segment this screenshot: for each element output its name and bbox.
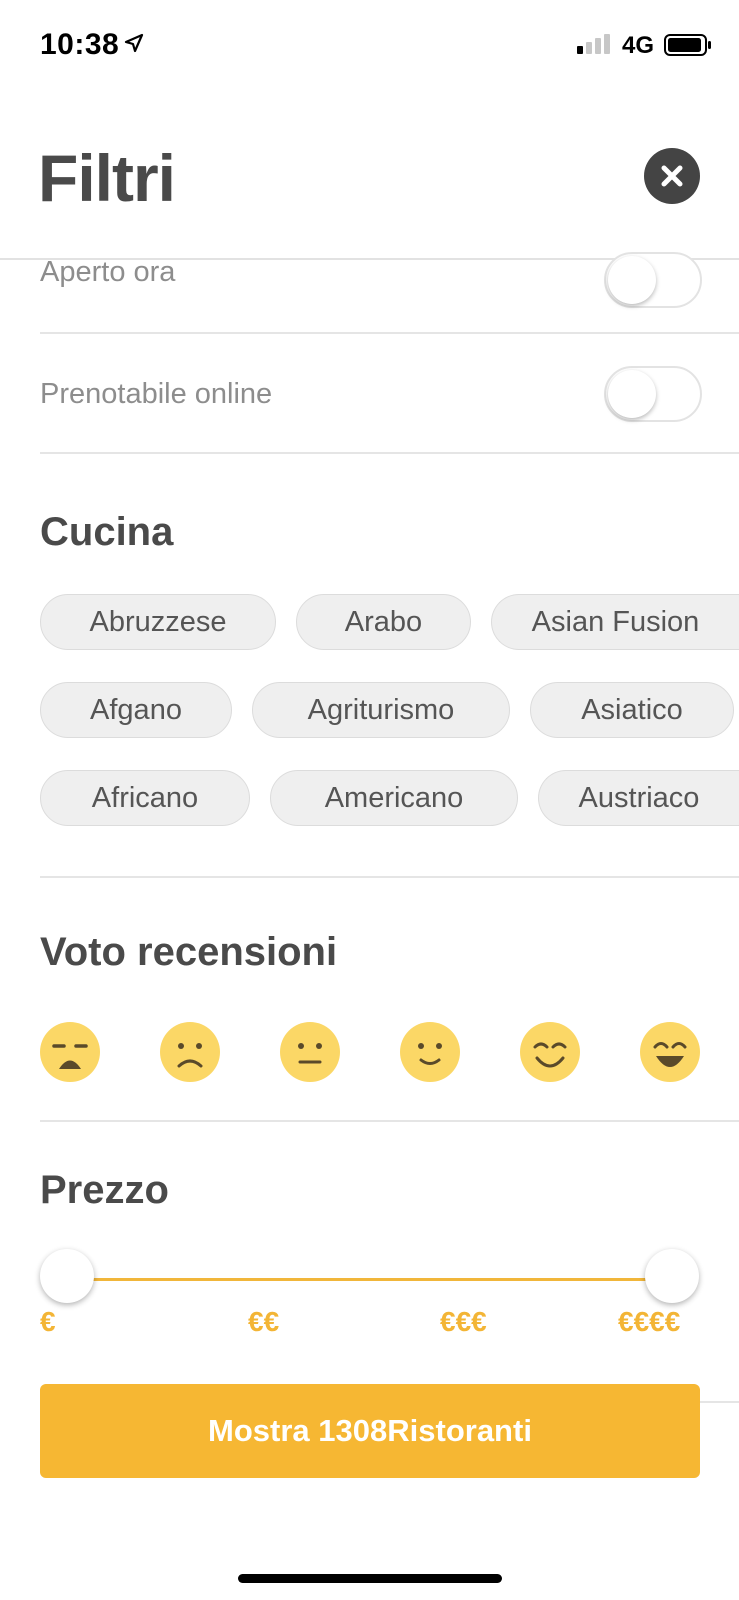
divider	[40, 452, 739, 454]
cuisine-chip-abruzzese[interactable]: Abruzzese	[40, 594, 276, 650]
price-label-1: €	[40, 1306, 56, 1337]
neutral-face-icon[interactable]	[280, 1022, 340, 1082]
very-sad-face-icon[interactable]	[40, 1022, 100, 1082]
location-arrow-icon	[124, 33, 144, 53]
open-now-label: Aperto ora	[40, 256, 176, 288]
online-booking-toggle[interactable]	[604, 366, 702, 422]
divider	[40, 1120, 739, 1122]
page-title: Filtri	[38, 141, 176, 215]
close-button[interactable]	[644, 148, 700, 204]
cuisine-chip-asiatico[interactable]: Asiatico	[530, 682, 734, 738]
toggle-knob	[608, 370, 656, 418]
sad-face-icon[interactable]	[160, 1022, 220, 1082]
cuisine-chip-arabo[interactable]: Arabo	[296, 594, 471, 650]
status-time: 10:38	[40, 28, 120, 61]
rating-section-title: Voto recensioni	[40, 930, 338, 974]
cuisine-chip-asian-fusion[interactable]: Asian Fusion	[491, 594, 739, 650]
cuisine-chip-agriturismo[interactable]: Agriturismo	[252, 682, 510, 738]
signal-icon	[577, 34, 610, 54]
price-label-2: €€	[248, 1306, 280, 1337]
price-slider-min-handle[interactable]	[40, 1249, 94, 1303]
online-booking-label: Prenotabile online	[40, 378, 273, 410]
cuisine-chip-africano[interactable]: Africano	[40, 770, 250, 826]
price-label-3: €€€	[440, 1306, 487, 1337]
cuisine-section-title: Cucina	[40, 510, 174, 554]
show-results-button[interactable]: Mostra 1308Ristoranti	[40, 1384, 700, 1478]
cuisine-chip-austriaco[interactable]: Austriaco	[538, 770, 739, 826]
price-section-title: Prezzo	[40, 1168, 169, 1212]
price-slider-track[interactable]	[66, 1278, 672, 1281]
divider	[40, 332, 739, 334]
divider	[40, 876, 739, 878]
battery-icon	[664, 34, 711, 56]
network-type: 4G	[622, 32, 655, 59]
price-label-4: €€€€	[618, 1306, 681, 1337]
toggle-knob	[608, 256, 656, 304]
cuisine-chip-americano[interactable]: Americano	[270, 770, 518, 826]
close-icon	[661, 165, 683, 187]
smile-face-icon[interactable]	[520, 1022, 580, 1082]
price-slider-max-handle[interactable]	[645, 1249, 699, 1303]
home-indicator[interactable]	[238, 1574, 502, 1583]
cuisine-chip-afgano[interactable]: Afgano	[40, 682, 232, 738]
grin-face-icon[interactable]	[640, 1022, 700, 1082]
open-now-toggle[interactable]	[604, 252, 702, 308]
slight-smile-face-icon[interactable]	[400, 1022, 460, 1082]
